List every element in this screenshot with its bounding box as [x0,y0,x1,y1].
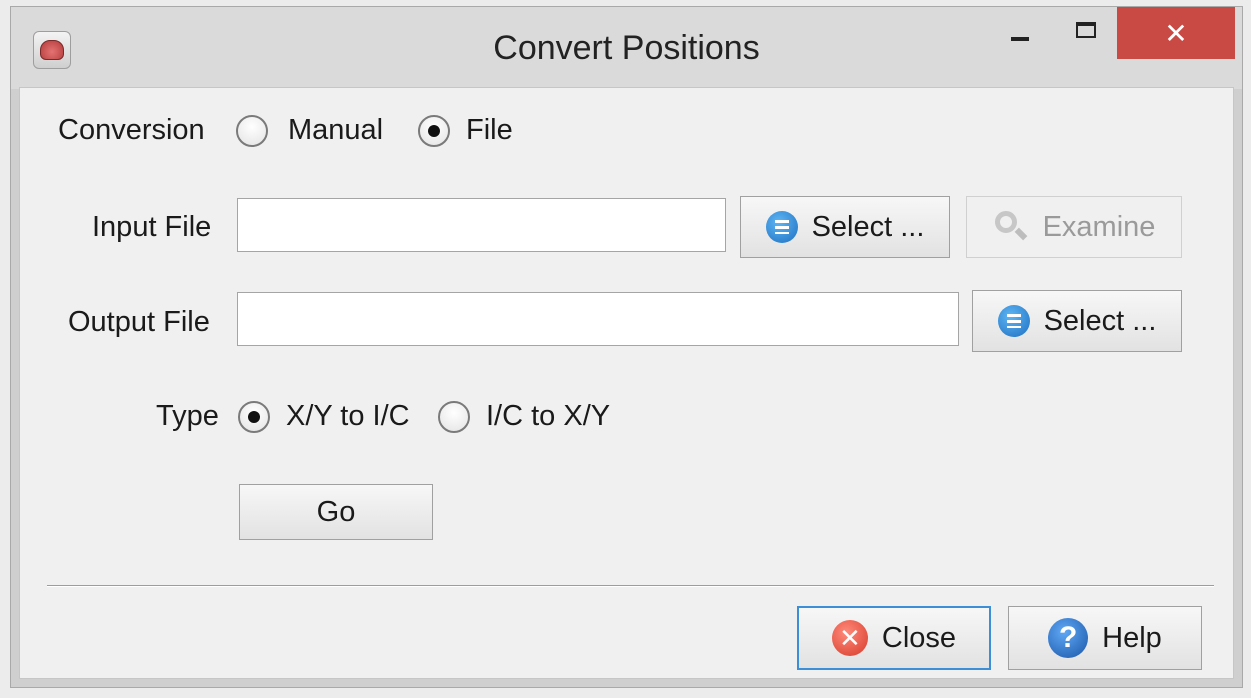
examine-label: Examine [1042,210,1156,243]
close-button[interactable]: ✕ Close [797,606,991,670]
question-icon: ? [1048,618,1089,658]
help-button[interactable]: ? Help [1008,606,1202,670]
input-file-field[interactable] [237,198,726,252]
close-label: Close [881,621,957,654]
type-xy-to-ic-radio[interactable] [238,401,270,433]
conversion-manual-label[interactable]: Manual [288,114,383,147]
output-select-button[interactable]: Select ... [972,290,1182,352]
examine-button[interactable]: Examine [966,196,1182,258]
close-icon: ✕ [1164,17,1188,49]
magnifier-icon [993,209,1029,245]
input-select-button[interactable]: Select ... [740,196,950,258]
window-close-button[interactable]: ✕ [1117,7,1235,59]
type-ic-to-xy-radio[interactable] [438,401,470,433]
minimize-icon [1011,37,1029,41]
type-label: Type [156,400,219,432]
list-icon [997,305,1030,337]
input-file-label: Input File [92,211,212,243]
convert-positions-window: Convert Positions ✕ Conversion Manual Fi… [10,6,1243,688]
close-x-icon: ✕ [831,620,868,656]
list-icon [765,211,798,243]
conversion-manual-radio[interactable] [236,115,268,147]
output-file-field[interactable] [237,292,959,346]
dialog-body: Conversion Manual File Input File Select… [19,87,1234,679]
maximize-icon [1076,22,1096,38]
output-select-label: Select ... [1043,304,1157,337]
type-xy-to-ic-label[interactable]: X/Y to I/C [286,400,410,433]
footer-divider [47,585,1214,587]
conversion-file-radio[interactable] [418,115,450,147]
conversion-label: Conversion [58,114,205,146]
maximize-button[interactable] [1057,7,1115,59]
help-label: Help [1102,621,1162,654]
type-ic-to-xy-label[interactable]: I/C to X/Y [486,400,610,433]
title-bar[interactable]: Convert Positions ✕ [11,7,1242,89]
output-file-label: Output File [68,306,210,338]
input-select-label: Select ... [811,210,925,243]
minimize-button[interactable] [991,7,1049,59]
conversion-file-label[interactable]: File [466,114,513,147]
go-button[interactable]: Go [239,484,433,540]
